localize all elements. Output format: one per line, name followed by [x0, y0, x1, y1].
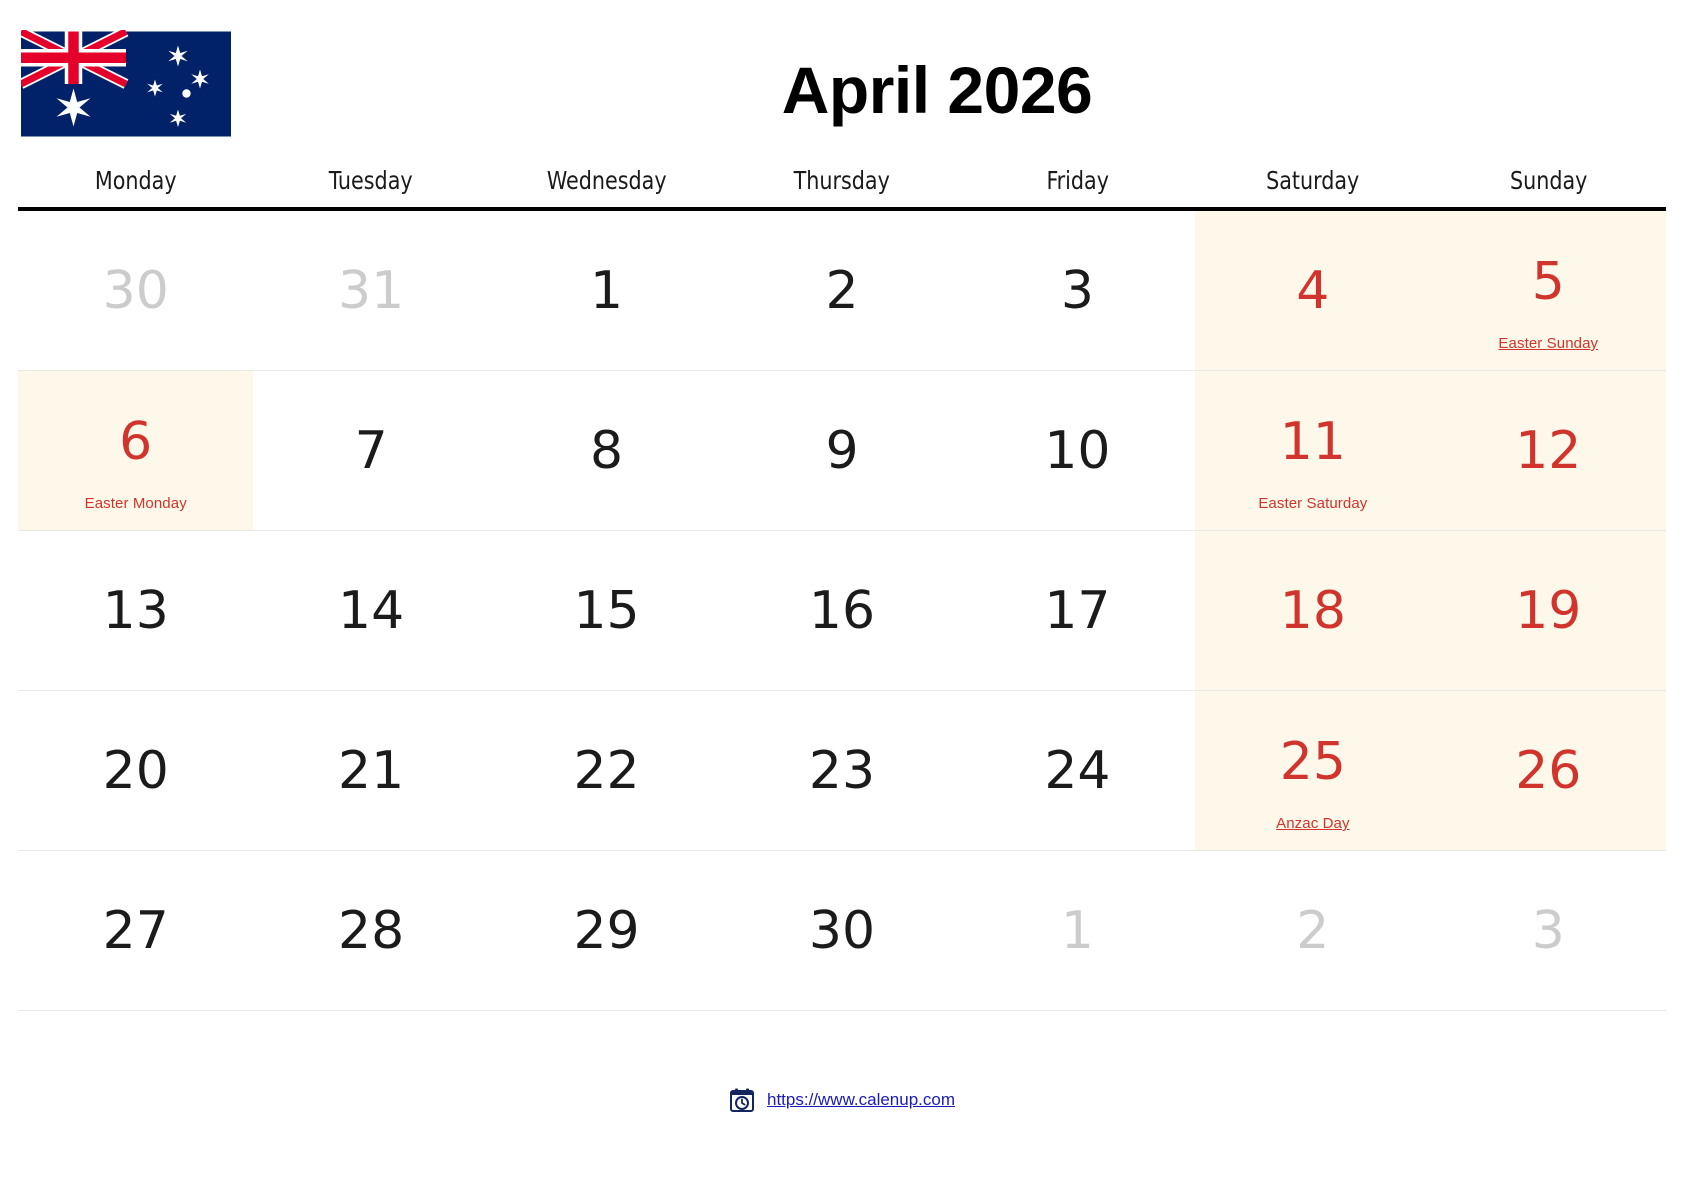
- calendar-page: April 2026 Monday Tuesday Wednesday Thur…: [0, 0, 1684, 1191]
- day-number: 11: [1279, 411, 1346, 472]
- day-number: 28: [338, 900, 405, 961]
- day-number: 10: [1044, 420, 1111, 481]
- day-number: 4: [1296, 260, 1330, 321]
- calendar-day-cell[interactable]: 1: [488, 211, 725, 371]
- calendar-day-cell[interactable]: 19: [1430, 531, 1666, 691]
- calendar-day-cell[interactable]: 27: [18, 851, 254, 1011]
- calendar-day-cell[interactable]: 28: [253, 851, 489, 1011]
- day-number: 2: [825, 260, 859, 321]
- day-number: 20: [102, 740, 169, 801]
- calendar-day-cell[interactable]: 26: [1430, 691, 1666, 851]
- day-number: 8: [590, 420, 624, 481]
- calendar-day-cell[interactable]: 2: [1195, 851, 1431, 1011]
- calendar-day-cell[interactable]: 5 Easter Sunday: [1430, 211, 1666, 371]
- day-number: 13: [102, 580, 169, 641]
- day-number: 25: [1279, 731, 1346, 792]
- weekday-sunday: Sunday: [1509, 166, 1587, 195]
- day-number: 29: [573, 900, 640, 961]
- day-number: 18: [1279, 580, 1346, 641]
- day-number: 24: [1044, 740, 1111, 801]
- day-number: 23: [808, 740, 876, 801]
- day-number: 30: [102, 260, 169, 321]
- calendar-day-cell[interactable]: 3: [1430, 851, 1666, 1011]
- day-number: 14: [338, 580, 405, 641]
- day-number: 5: [1531, 251, 1565, 312]
- weekday-tuesday: Tuesday: [329, 166, 414, 195]
- calendar-day-cell[interactable]: 11 Easter Saturday: [1195, 371, 1431, 531]
- calendar-day-cell[interactable]: 4: [1195, 211, 1431, 371]
- day-number: 17: [1044, 580, 1111, 641]
- calendar-grid: Monday Tuesday Wednesday Thursday Friday…: [18, 160, 1666, 1011]
- calendar-day-cell[interactable]: 8: [488, 371, 725, 531]
- day-number: 1: [590, 260, 624, 321]
- calendar-day-cell[interactable]: 13: [18, 531, 254, 691]
- holiday-label: Easter Sunday: [1498, 335, 1599, 352]
- calendar-day-cell[interactable]: 6 Easter Monday: [18, 371, 254, 531]
- calendar-day-cell[interactable]: 17: [959, 531, 1196, 691]
- calendar-day-cell[interactable]: 29: [488, 851, 725, 1011]
- weekday-thursday: Thursday: [793, 166, 891, 195]
- calendar-day-cell[interactable]: 31: [253, 211, 489, 371]
- weekday-header-row: Monday Tuesday Wednesday Thursday Friday…: [18, 160, 1666, 207]
- holiday-label: Easter Saturday: [1258, 495, 1368, 512]
- day-number: 12: [1515, 420, 1582, 481]
- calendar-day-cell[interactable]: 21: [253, 691, 489, 851]
- calendar-day-cell[interactable]: 12: [1430, 371, 1666, 531]
- calendar-day-cell[interactable]: 14: [253, 531, 489, 691]
- holiday-label: Easter Monday: [84, 495, 187, 512]
- day-number: 7: [354, 420, 388, 481]
- day-number: 2: [1296, 900, 1330, 961]
- day-number: 21: [338, 740, 405, 801]
- day-number: 30: [808, 900, 876, 961]
- day-number: 9: [825, 420, 859, 481]
- day-number: 26: [1515, 740, 1582, 801]
- calendar-day-cell[interactable]: 18: [1195, 531, 1431, 691]
- weekday-saturday: Saturday: [1266, 166, 1360, 195]
- website-link[interactable]: https://www.calenup.com: [767, 1090, 955, 1110]
- calendar-header: April 2026: [0, 0, 1684, 160]
- calendar-day-cell[interactable]: 24: [959, 691, 1196, 851]
- day-number: 1: [1060, 900, 1094, 961]
- holiday-label: Anzac Day: [1276, 815, 1350, 832]
- calendar-day-cell[interactable]: 22: [488, 691, 725, 851]
- calendar-day-cell[interactable]: 30: [18, 211, 254, 371]
- day-number: 22: [573, 740, 640, 801]
- calendar-day-cell[interactable]: 1: [959, 851, 1196, 1011]
- page-title: April 2026: [781, 53, 1093, 127]
- footer: https://www.calenup.com: [0, 1087, 1684, 1113]
- calendar-day-cell[interactable]: 3: [959, 211, 1196, 371]
- calendar-clock-icon: [729, 1088, 754, 1112]
- day-number: 15: [573, 580, 640, 641]
- calendar-day-cell[interactable]: 9: [724, 371, 960, 531]
- day-number: 16: [808, 580, 876, 641]
- day-number: 19: [1515, 580, 1582, 641]
- calendar-day-cell[interactable]: 15: [488, 531, 725, 691]
- day-number: 6: [119, 411, 153, 472]
- day-number: 3: [1531, 900, 1565, 961]
- day-number: 3: [1060, 260, 1094, 321]
- day-number: 27: [102, 900, 169, 961]
- calendar-day-cell[interactable]: 30: [724, 851, 960, 1011]
- calendar-day-cell[interactable]: 25 Anzac Day: [1195, 691, 1431, 851]
- weekday-monday: Monday: [94, 166, 177, 195]
- day-number: 31: [338, 260, 405, 321]
- calendar-day-cell[interactable]: 2: [724, 211, 960, 371]
- calendar-day-cell[interactable]: 20: [18, 691, 254, 851]
- weekday-wednesday: Wednesday: [546, 166, 667, 195]
- weekday-friday: Friday: [1046, 166, 1109, 195]
- calendar-day-cell[interactable]: 23: [724, 691, 960, 851]
- calendar-day-cell[interactable]: 10: [959, 371, 1196, 531]
- calendar-day-cell[interactable]: 16: [724, 531, 960, 691]
- calendar-day-cell[interactable]: 7: [253, 371, 489, 531]
- calendar-day-grid: 30 31 1 2 3 4 5 Easter Sunday 6 Easter Monday 7 8 9 1…: [18, 211, 1666, 1011]
